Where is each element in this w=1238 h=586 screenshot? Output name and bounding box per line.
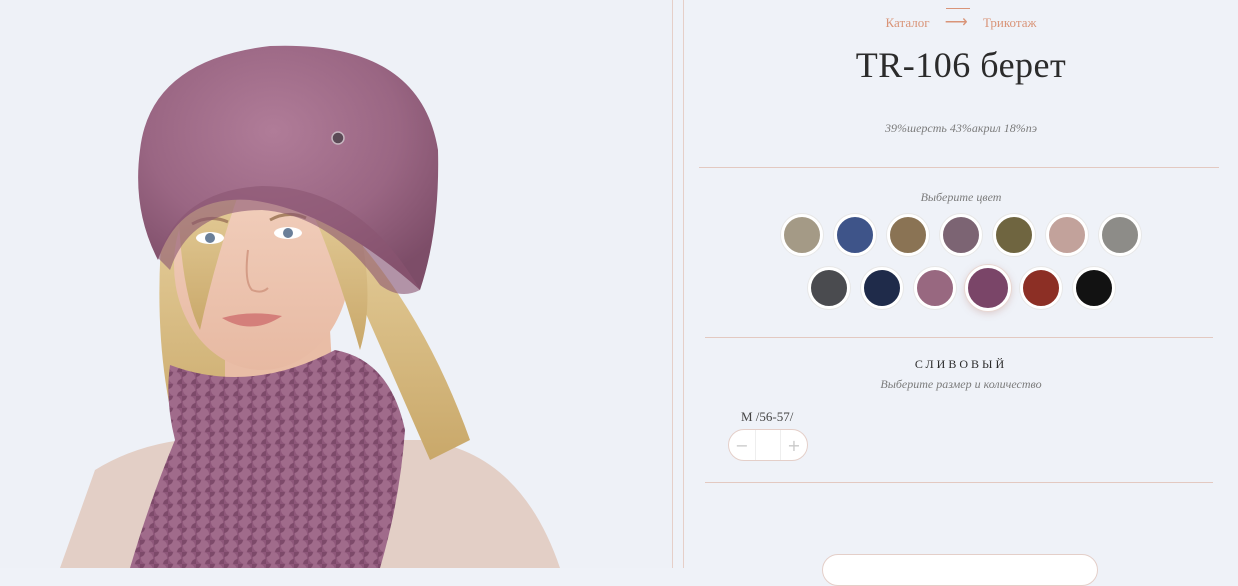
divider-left: [672, 0, 673, 568]
page-title: TR-106 берет: [855, 45, 1067, 85]
plus-icon[interactable]: +: [781, 430, 807, 460]
minus-icon[interactable]: −: [729, 430, 755, 460]
divider: [705, 337, 1213, 338]
size-prompt: Выберите размер и количество: [880, 377, 1042, 391]
breadcrumb-item-catalog[interactable]: Каталог: [886, 15, 930, 30]
add-to-cart-button[interactable]: [822, 554, 1098, 586]
color-swatch[interactable]: [887, 214, 929, 256]
breadcrumb: Каталог ⟶ Трикотаж: [684, 8, 1238, 32]
color-swatch[interactable]: [993, 214, 1035, 256]
color-swatch[interactable]: [1072, 267, 1115, 309]
product-photo-illustration: [60, 45, 560, 568]
color-swatch[interactable]: [834, 214, 876, 256]
lamp-icon: [946, 0, 970, 9]
color-swatch[interactable]: [781, 214, 823, 256]
breadcrumb-item-knitwear[interactable]: Трикотаж: [983, 15, 1036, 30]
divider: [705, 482, 1213, 483]
color-swatch[interactable]: [964, 265, 1011, 311]
divider: [699, 167, 1219, 168]
quantity-stepper: − +: [728, 429, 808, 461]
color-prompt: Выберите цвет: [920, 190, 1002, 204]
size-label: M /56-57/: [741, 409, 794, 424]
selected-color-name: СЛИВОВЫЙ: [914, 357, 1008, 371]
product-photo: [0, 0, 672, 568]
product-details-panel: Каталог ⟶ Трикотаж TR-106 берет 39%шерст…: [684, 0, 1238, 586]
arrow-right-icon: ⟶: [944, 14, 968, 31]
quantity-input[interactable]: [755, 430, 781, 460]
color-swatch[interactable]: [807, 267, 850, 309]
color-swatch[interactable]: [940, 214, 982, 256]
product-composition: 39%шерсть 43%акрил 18%пэ: [885, 121, 1037, 135]
color-swatch[interactable]: [1019, 267, 1062, 309]
color-swatch[interactable]: [1099, 214, 1141, 256]
color-swatch[interactable]: [1046, 214, 1088, 256]
color-swatch[interactable]: [913, 267, 956, 309]
color-swatch[interactable]: [860, 267, 903, 309]
